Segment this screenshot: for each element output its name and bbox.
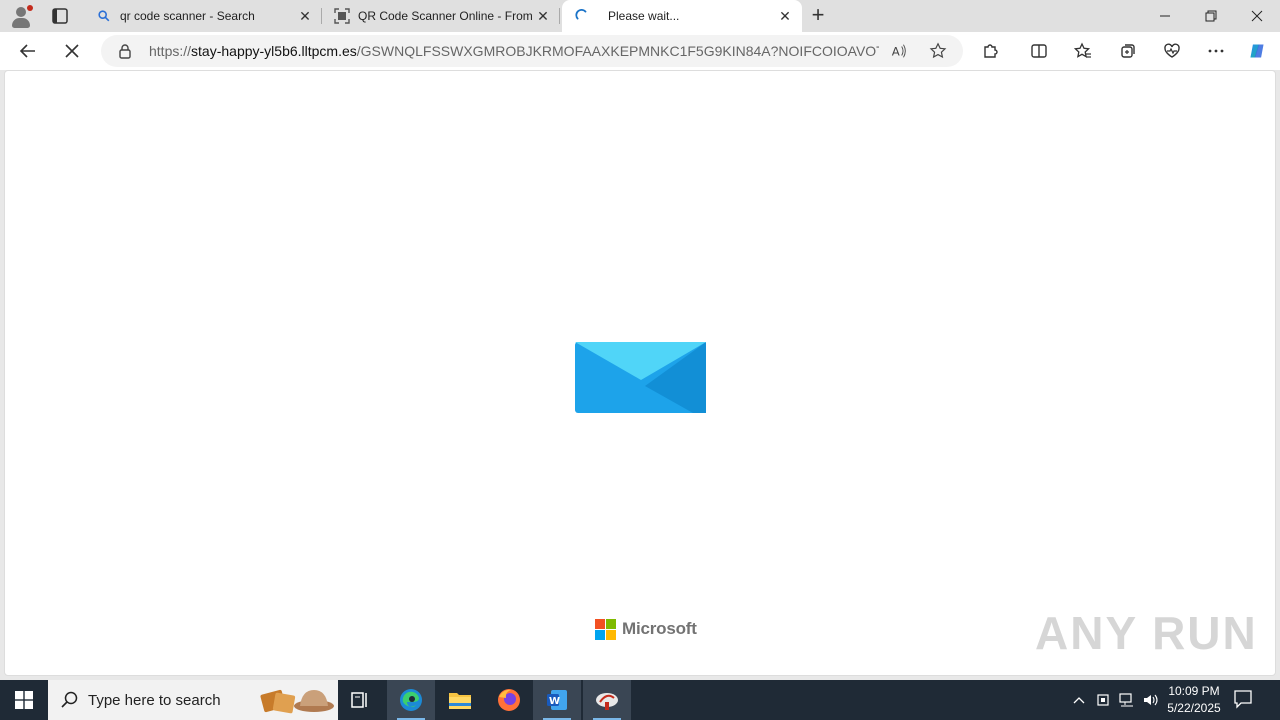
start-button[interactable] (0, 680, 48, 720)
collections-button[interactable] (1114, 37, 1142, 65)
show-hidden-icons[interactable] (1068, 680, 1090, 720)
svg-text:W: W (549, 696, 560, 707)
address-bar[interactable]: https://stay-happy-yl5b6.lltpcm.es/GSWNQ… (101, 35, 963, 67)
clock-date: 5/22/2025 (1167, 701, 1221, 715)
tab-title: qr code scanner - Search (120, 9, 255, 23)
split-screen-icon (1031, 44, 1047, 58)
settings-more-button[interactable] (1202, 37, 1230, 65)
page-content: Microsoft ANY RUN (4, 70, 1276, 676)
task-view-icon (351, 692, 367, 708)
stop-loading-button[interactable] (58, 37, 86, 65)
task-view-button[interactable] (336, 680, 384, 720)
favorites-button[interactable] (1069, 37, 1097, 65)
browser-essentials-button[interactable] (1158, 37, 1186, 65)
url-path: /GSWNQLFSSWXGMROBJKRMOFAAXKEPMNKC1F5G9KI… (356, 43, 879, 59)
tray-device[interactable] (1092, 680, 1114, 720)
browser-toolbar: https://stay-happy-yl5b6.lltpcm.es/GSWNQ… (0, 32, 1280, 70)
watermark-text: ANY RUN (1035, 607, 1258, 659)
envelope-mail-icon (575, 342, 706, 413)
windows-logo-icon (15, 691, 33, 709)
lock-icon[interactable] (117, 43, 133, 59)
favorites-star-icon (1074, 42, 1091, 58)
chevron-up-icon (1073, 697, 1085, 704)
add-favorite-icon[interactable] (926, 39, 950, 63)
brand-name: Microsoft (622, 619, 697, 638)
tab-title: Please wait... (608, 9, 680, 23)
tray-network[interactable] (1116, 680, 1138, 720)
system-clock[interactable]: 10:09 PM 5/22/2025 (1163, 683, 1225, 717)
close-icon[interactable]: ✕ (774, 5, 796, 27)
search-icon (96, 8, 112, 24)
qr-scanner-icon (334, 8, 350, 24)
taskbar-app[interactable] (583, 680, 631, 720)
puzzle-icon (984, 44, 998, 58)
search-placeholder: Type here to search (88, 691, 221, 709)
close-icon[interactable]: ✕ (532, 5, 554, 27)
taskbar-word[interactable]: W (533, 680, 581, 720)
taskbar-edge[interactable] (387, 680, 435, 720)
device-icon (1097, 694, 1109, 706)
arrow-left-icon (19, 44, 35, 58)
books-hat-illustration-icon (260, 689, 334, 714)
close-icon (65, 44, 79, 58)
minimize-button[interactable] (1142, 0, 1188, 32)
loading-spinner-icon (574, 8, 590, 24)
notification-icon (1234, 690, 1252, 709)
volume-icon (1144, 694, 1158, 706)
url-scheme: https:// (149, 43, 192, 59)
tab-qr-scanner[interactable]: QR Code Scanner Online - From Image ✕ (322, 0, 560, 32)
notification-button[interactable] (1232, 688, 1258, 712)
app-icon (596, 693, 618, 710)
windows-taskbar: Type here to search W 10:09 PM 5/22/2025 (0, 680, 1280, 720)
tab-search[interactable]: qr code scanner - Search ✕ (84, 0, 322, 32)
tab-please-wait[interactable]: Please wait... ✕ (562, 0, 802, 32)
copilot-icon (1250, 44, 1264, 58)
folder-icon (449, 693, 471, 709)
close-window-button[interactable] (1234, 0, 1280, 32)
tab-title: QR Code Scanner Online - From Image (358, 9, 532, 23)
tray-volume[interactable] (1140, 680, 1162, 720)
microsoft-squares-icon (595, 618, 616, 640)
edge-icon (400, 689, 422, 711)
new-tab-button[interactable]: + (806, 4, 830, 28)
word-icon: W (547, 690, 567, 710)
anyrun-watermark: ANY RUN (1035, 606, 1258, 660)
network-icon (1119, 693, 1133, 707)
tab-bar: qr code scanner - Search ✕ QR Code Scann… (0, 0, 1280, 32)
taskbar-search[interactable]: Type here to search (48, 680, 338, 720)
taskbar-file-explorer[interactable] (436, 680, 484, 720)
collections-icon (1121, 44, 1135, 58)
close-icon[interactable]: ✕ (294, 5, 316, 27)
clock-time: 10:09 PM (1168, 684, 1220, 698)
back-button[interactable] (14, 37, 42, 65)
search-icon (61, 691, 78, 708)
tab-actions-icon[interactable] (48, 4, 72, 28)
more-dots-icon (1208, 49, 1224, 53)
read-aloud-icon[interactable]: A (887, 39, 911, 63)
svg-text:A: A (892, 45, 900, 59)
split-screen-button[interactable] (1025, 37, 1053, 65)
url-text[interactable]: https://stay-happy-yl5b6.lltpcm.es/GSWNQ… (149, 43, 879, 59)
taskbar-firefox[interactable] (485, 680, 533, 720)
extensions-button[interactable] (977, 37, 1005, 65)
copilot-button[interactable] (1243, 37, 1271, 65)
url-host: stay-happy-yl5b6.lltpcm.es (191, 43, 357, 59)
profile-avatar-icon[interactable] (8, 4, 34, 30)
restore-button[interactable] (1188, 0, 1234, 32)
firefox-icon (498, 689, 520, 711)
microsoft-logo: Microsoft (595, 618, 697, 640)
heart-pulse-icon (1164, 43, 1180, 58)
